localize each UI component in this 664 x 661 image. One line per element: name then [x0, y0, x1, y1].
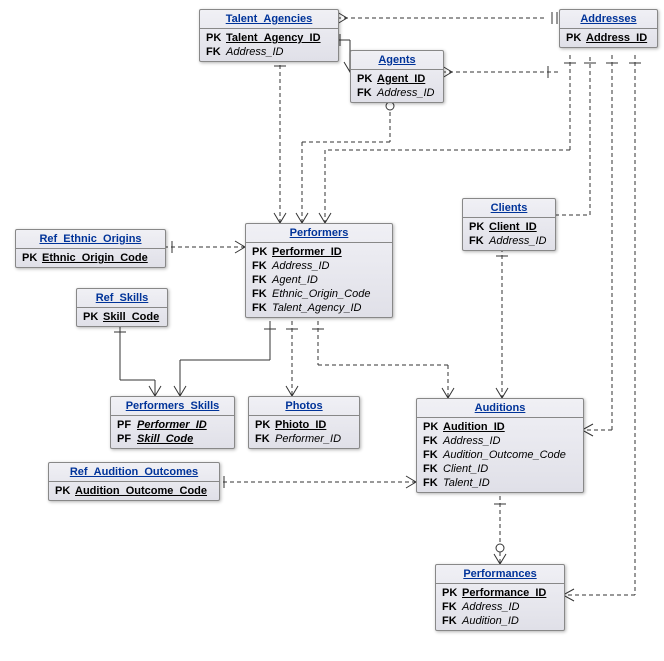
attr: PKAddress_ID [564, 31, 653, 45]
attr: FKAddress_ID [250, 259, 388, 273]
entity-body: PKPerformer_ID FKAddress_ID FKAgent_ID F… [246, 243, 392, 317]
entity-body: PKPerformance_ID FKAddress_ID FKAudition… [436, 584, 564, 630]
entity-title: Performances [436, 565, 564, 584]
attr: FKAddress_ID [204, 45, 334, 59]
attr: PFSkill_Code [115, 432, 230, 446]
attr: FKAudition_ID [440, 614, 560, 628]
entity-title: Auditions [417, 399, 583, 418]
entity-agents: Agents PKAgent_ID FKAddress_ID [350, 50, 444, 103]
attr: PKClient_ID [467, 220, 551, 234]
entity-body: PKAudition_ID FKAddress_ID FKAudition_Ou… [417, 418, 583, 492]
entity-ref-audition-outcomes: Ref_Audition_Outcomes PKAudition_Outcome… [48, 462, 220, 501]
entity-ref-ethnic-origins: Ref_Ethnic_Origins PKEthnic_Origin_Code [15, 229, 166, 268]
entity-clients: Clients PKClient_ID FKAddress_ID [462, 198, 556, 251]
attr: PFPerformer_ID [115, 418, 230, 432]
attr: FKEthnic_Origin_Code [250, 287, 388, 301]
attr: FKAddress_ID [421, 434, 579, 448]
entity-title: Photos [249, 397, 359, 416]
entity-addresses: Addresses PKAddress_ID [559, 9, 658, 48]
entity-performers: Performers PKPerformer_ID FKAddress_ID F… [245, 223, 393, 318]
entity-body: PKAudition_Outcome_Code [49, 482, 219, 500]
attr: PKAudition_Outcome_Code [53, 484, 215, 498]
attr: PKEthnic_Origin_Code [20, 251, 161, 265]
entity-title: Performers [246, 224, 392, 243]
entity-title: Ref_Ethnic_Origins [16, 230, 165, 249]
attr: FKAddress_ID [355, 86, 439, 100]
attr: PKPerformance_ID [440, 586, 560, 600]
entity-title: Addresses [560, 10, 657, 29]
entity-auditions: Auditions PKAudition_ID FKAddress_ID FKA… [416, 398, 584, 493]
attr: PKPhioto_ID [253, 418, 355, 432]
attr: PKSkill_Code [81, 310, 163, 324]
entity-title: Ref_Audition_Outcomes [49, 463, 219, 482]
entity-talent-agencies: Talent_Agencies PKTalent_Agency_ID FKAdd… [199, 9, 339, 62]
attr: FKAddress_ID [440, 600, 560, 614]
attr: FKAgent_ID [250, 273, 388, 287]
entity-title: Clients [463, 199, 555, 218]
entity-body: PKEthnic_Origin_Code [16, 249, 165, 267]
entity-title: Performers_Skills [111, 397, 234, 416]
attr: FKAudition_Outcome_Code [421, 448, 579, 462]
attr: FKTalent_Agency_ID [250, 301, 388, 315]
entity-body: PKPhioto_ID FKPerformer_ID [249, 416, 359, 448]
attr: FKAddress_ID [467, 234, 551, 248]
entity-body: PKClient_ID FKAddress_ID [463, 218, 555, 250]
attr: PKAgent_ID [355, 72, 439, 86]
entity-body: PKAgent_ID FKAddress_ID [351, 70, 443, 102]
entity-title: Talent_Agencies [200, 10, 338, 29]
entity-body: PFPerformer_ID PFSkill_Code [111, 416, 234, 448]
entity-title: Ref_Skills [77, 289, 167, 308]
entity-body: PKAddress_ID [560, 29, 657, 47]
entity-title: Agents [351, 51, 443, 70]
entity-performers-skills: Performers_Skills PFPerformer_ID PFSkill… [110, 396, 235, 449]
attr: FKClient_ID [421, 462, 579, 476]
entity-body: PKTalent_Agency_ID FKAddress_ID [200, 29, 338, 61]
attr: FKTalent_ID [421, 476, 579, 490]
relationship-lines [0, 0, 664, 661]
er-diagram: Talent_Agencies PKTalent_Agency_ID FKAdd… [0, 0, 664, 661]
attr: PKAudition_ID [421, 420, 579, 434]
entity-body: PKSkill_Code [77, 308, 167, 326]
entity-performances: Performances PKPerformance_ID FKAddress_… [435, 564, 565, 631]
attr: FKPerformer_ID [253, 432, 355, 446]
entity-ref-skills: Ref_Skills PKSkill_Code [76, 288, 168, 327]
entity-photos: Photos PKPhioto_ID FKPerformer_ID [248, 396, 360, 449]
attr: PKPerformer_ID [250, 245, 388, 259]
attr: PKTalent_Agency_ID [204, 31, 334, 45]
